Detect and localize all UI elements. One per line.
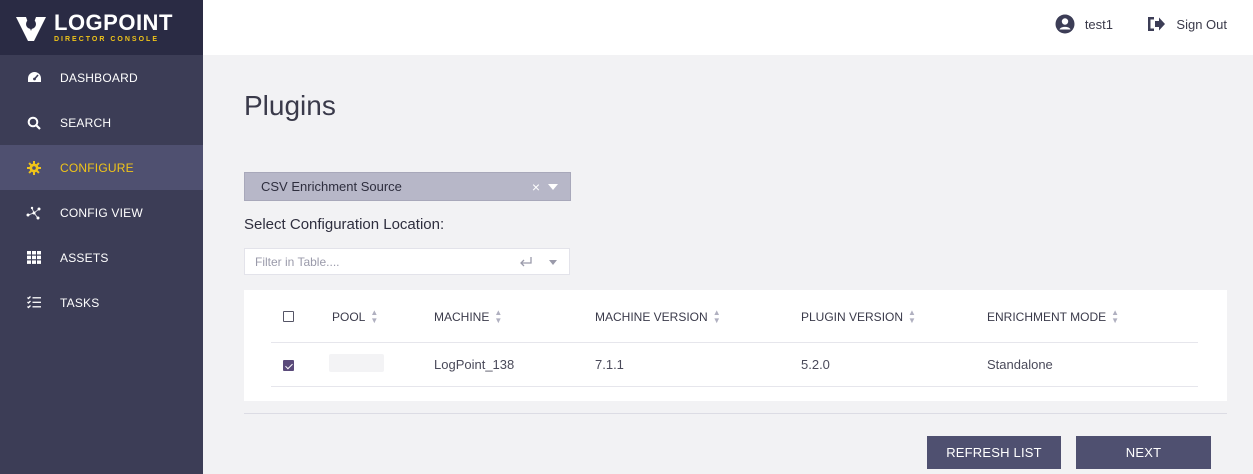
- pool-cell-redacted: [329, 354, 384, 372]
- sign-out-label: Sign Out: [1176, 16, 1227, 32]
- sort-icon: ▲ ▼: [370, 308, 379, 325]
- sort-icon: ▲ ▼: [908, 308, 916, 325]
- clear-icon[interactable]: ×: [532, 179, 540, 195]
- filter-box[interactable]: [244, 248, 570, 275]
- plugin-select-value: CSV Enrichment Source: [261, 179, 402, 194]
- next-button[interactable]: NEXT: [1076, 436, 1211, 469]
- column-header-enrichment-mode[interactable]: ENRICHMENT MODE ▲ ▼: [987, 309, 1119, 325]
- sidebar-item-configure[interactable]: CONFIGURE: [0, 145, 203, 190]
- sidebar-item-search[interactable]: SEARCH: [0, 100, 203, 145]
- sort-icon: ▲ ▼: [494, 308, 503, 325]
- user-menu[interactable]: test1: [1055, 14, 1113, 34]
- sidebar-item-label: CONFIG VIEW: [60, 205, 143, 220]
- machine-version-cell: 7.1.1: [595, 357, 624, 372]
- plugin-select[interactable]: CSV Enrichment Source ×: [244, 172, 571, 201]
- brand-logo[interactable]: LOGPOINT DIRECTOR CONSOLE: [0, 0, 203, 55]
- refresh-list-button[interactable]: REFRESH LIST: [927, 436, 1061, 469]
- plugin-version-cell: 5.2.0: [801, 357, 830, 372]
- network-nodes-icon: [26, 205, 42, 221]
- main-content: Plugins CSV Enrichment Source × Select C…: [203, 55, 1253, 474]
- top-header: test1 Sign Out: [203, 0, 1253, 55]
- logpoint-logo-icon: [16, 16, 46, 41]
- brand-name: LOGPOINT: [54, 10, 173, 35]
- search-icon: [26, 115, 42, 131]
- section-divider: [244, 413, 1227, 414]
- column-header-pool[interactable]: POOL ▲ ▼: [332, 309, 378, 325]
- grid-icon: [26, 250, 42, 266]
- configuration-table: POOL ▲ ▼ MACHINE ▲ ▼ MACHINE VERSION ▲ ▼ PLUGI…: [244, 290, 1227, 401]
- user-avatar-icon: [1055, 14, 1075, 34]
- page-title: Plugins: [244, 90, 336, 121]
- sidebar-item-label: TASKS: [60, 295, 100, 310]
- column-header-machine[interactable]: MACHINE ▲ ▼: [434, 309, 502, 325]
- chevron-down-icon[interactable]: [548, 184, 558, 190]
- sort-icon: ▲ ▼: [712, 308, 721, 325]
- row-divider: [271, 386, 1198, 387]
- sign-out-icon: [1148, 17, 1166, 31]
- column-header-machine-version[interactable]: MACHINE VERSION ▲ ▼: [595, 309, 721, 325]
- column-header-plugin-version[interactable]: PLUGIN VERSION ▲ ▼: [801, 309, 916, 325]
- filter-input[interactable]: [255, 254, 495, 269]
- checklist-icon: [26, 295, 42, 311]
- machine-cell: LogPoint_138: [434, 357, 515, 372]
- chevron-down-icon[interactable]: [549, 260, 557, 265]
- gear-icon: [26, 160, 42, 176]
- sign-out-button[interactable]: Sign Out: [1146, 14, 1227, 34]
- dashboard-gauge-icon: [26, 70, 42, 86]
- sidebar-item-label: CONFIGURE: [60, 160, 134, 175]
- enrichment-mode-cell: Standalone: [987, 357, 1053, 372]
- row-divider: [271, 342, 1198, 343]
- sidebar-item-dashboard[interactable]: DASHBOARD: [0, 55, 203, 100]
- sidebar-item-label: ASSETS: [60, 250, 109, 265]
- section-label: Select Configuration Location:: [244, 216, 445, 233]
- enter-icon[interactable]: [519, 255, 533, 269]
- sidebar-item-label: DASHBOARD: [60, 70, 138, 85]
- brand-subtitle: DIRECTOR CONSOLE: [54, 36, 159, 43]
- select-all-checkbox[interactable]: [283, 311, 294, 322]
- sidebar-item-tasks[interactable]: TASKS: [0, 280, 203, 325]
- row-checkbox[interactable]: [283, 360, 294, 371]
- sidebar: LOGPOINT DIRECTOR CONSOLE DASHBOARD SEAR…: [0, 0, 203, 474]
- sidebar-item-assets[interactable]: ASSETS: [0, 235, 203, 280]
- sidebar-item-label: SEARCH: [60, 115, 112, 130]
- sidebar-item-config-view[interactable]: CONFIG VIEW: [0, 190, 203, 235]
- sort-icon: ▲ ▼: [1111, 308, 1120, 325]
- username: test1: [1084, 16, 1113, 32]
